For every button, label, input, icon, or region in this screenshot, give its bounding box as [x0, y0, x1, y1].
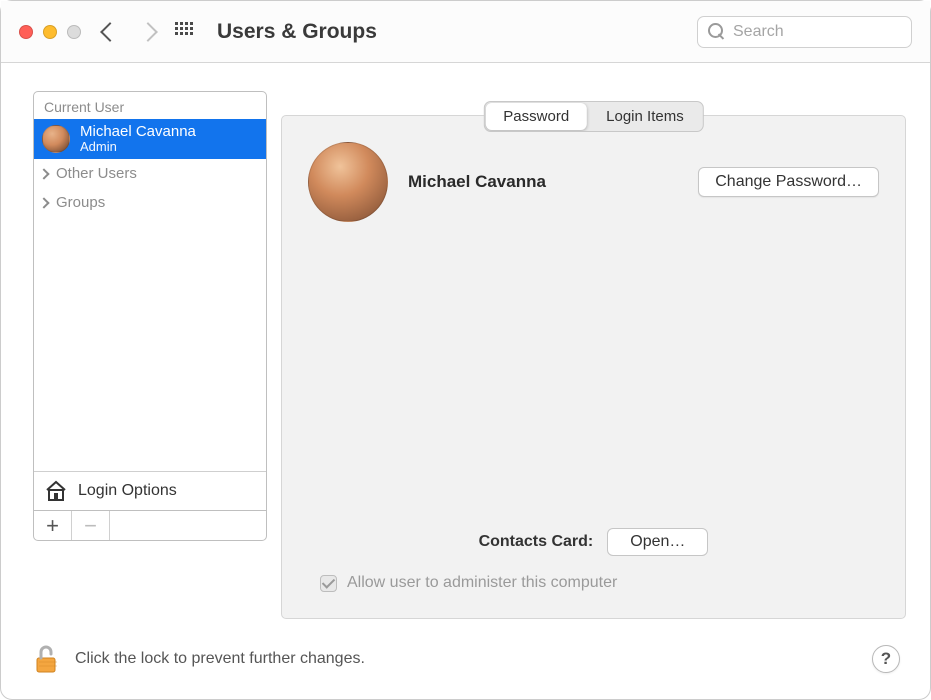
contacts-card-row: Contacts Card: Open… — [308, 528, 879, 556]
login-options-button[interactable]: Login Options — [34, 471, 266, 510]
login-options-label: Login Options — [78, 482, 177, 500]
avatar-icon — [42, 125, 70, 153]
tab-bar: Password Login Items — [483, 101, 703, 132]
forward-button — [138, 22, 158, 42]
sidebar-spacer — [110, 511, 266, 540]
remove-user-button: − — [72, 511, 110, 540]
open-contacts-button[interactable]: Open… — [607, 528, 708, 556]
search-icon — [708, 23, 725, 40]
minimize-window-button[interactable] — [43, 25, 57, 39]
zoom-window-button — [67, 25, 81, 39]
sidebar-item-label: Other Users — [56, 165, 137, 182]
admin-checkbox — [320, 575, 337, 592]
help-button[interactable]: ? — [872, 645, 900, 673]
tab-password[interactable]: Password — [485, 103, 587, 130]
user-avatar[interactable] — [308, 142, 388, 222]
search-input[interactable] — [733, 23, 901, 41]
title-bar: Users & Groups — [1, 1, 930, 63]
contacts-card-label: Contacts Card: — [479, 533, 594, 551]
back-button[interactable] — [100, 22, 120, 42]
window-title: Users & Groups — [217, 20, 377, 44]
admin-checkbox-row: Allow user to administer this computer — [308, 574, 879, 592]
user-header: Michael Cavanna Change Password… — [308, 142, 879, 222]
user-list-sidebar: Current User Michael Cavanna Admin Other… — [33, 91, 267, 511]
tab-login-items[interactable]: Login Items — [588, 103, 702, 130]
sidebar-item-other-users[interactable]: Other Users — [34, 159, 266, 188]
search-field[interactable] — [697, 16, 912, 48]
sidebar-item-label: Groups — [56, 194, 105, 211]
admin-checkbox-label: Allow user to administer this computer — [347, 574, 617, 592]
chevron-right-icon — [38, 197, 49, 208]
change-password-button[interactable]: Change Password… — [698, 167, 879, 197]
lock-icon[interactable] — [31, 644, 61, 674]
close-window-button[interactable] — [19, 25, 33, 39]
footer: Click the lock to prevent further change… — [1, 619, 930, 699]
sidebar-section-header: Current User — [34, 92, 266, 119]
sidebar-item-groups[interactable]: Groups — [34, 188, 266, 217]
show-all-preferences-button[interactable] — [175, 22, 195, 42]
sidebar-current-user[interactable]: Michael Cavanna Admin — [34, 119, 266, 159]
content-area: Current User Michael Cavanna Admin Other… — [1, 63, 930, 619]
user-display-name: Michael Cavanna — [408, 172, 546, 192]
nav-buttons — [103, 25, 155, 39]
main-panel: Password Login Items Michael Cavanna Cha… — [281, 115, 906, 619]
sidebar-user-name: Michael Cavanna — [80, 123, 196, 140]
window-controls — [19, 25, 81, 39]
house-icon — [44, 480, 68, 502]
sidebar-action-bar: + − — [33, 511, 267, 541]
sidebar-user-role: Admin — [80, 140, 196, 155]
lock-message: Click the lock to prevent further change… — [75, 650, 365, 668]
chevron-right-icon — [38, 168, 49, 179]
add-user-button[interactable]: + — [34, 511, 72, 540]
